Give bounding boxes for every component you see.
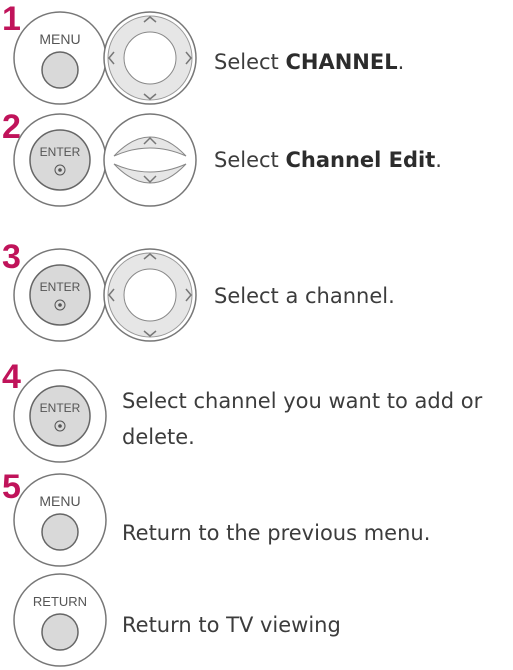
svg-text:ENTER: ENTER: [40, 145, 81, 159]
step-2: 2 ENTER Select Channel Edit.: [0, 110, 513, 220]
step-return: RETURN Return to TV viewing: [0, 570, 513, 670]
step-2-instruction: Select Channel Edit.: [214, 148, 442, 172]
step-4-instruction: Select channel you want to add or delete…: [122, 389, 483, 449]
svg-text:RETURN: RETURN: [33, 594, 87, 609]
nav-pad-up-down[interactable]: [100, 110, 200, 210]
step-4: 4 ENTER Select channel you want to add o…: [0, 360, 513, 480]
step-3: 3 ENTER Select a channel.: [0, 240, 513, 350]
svg-text:MENU: MENU: [39, 31, 80, 47]
enter-button[interactable]: ENTER: [10, 110, 110, 210]
step-3-instruction: Select a channel.: [214, 284, 395, 308]
svg-text:MENU: MENU: [39, 493, 80, 509]
menu-button[interactable]: MENU: [10, 8, 110, 108]
return-instruction: Return to TV viewing: [122, 613, 341, 637]
menu-button[interactable]: MENU: [10, 470, 110, 570]
enter-button[interactable]: ENTER: [10, 245, 110, 345]
enter-button[interactable]: ENTER: [10, 366, 110, 466]
step-1: 1 MENU Select CHANNEL.: [0, 0, 513, 120]
step-1-instruction: Select CHANNEL.: [214, 50, 405, 74]
svg-text:ENTER: ENTER: [40, 401, 81, 415]
svg-text:ENTER: ENTER: [40, 280, 81, 294]
nav-pad-4way[interactable]: [100, 245, 200, 345]
return-button[interactable]: RETURN: [10, 570, 110, 670]
step-5: 5 MENU Return to the previous menu.: [0, 470, 513, 570]
step-5-instruction: Return to the previous menu.: [122, 521, 431, 545]
nav-pad-4way[interactable]: [100, 8, 200, 108]
